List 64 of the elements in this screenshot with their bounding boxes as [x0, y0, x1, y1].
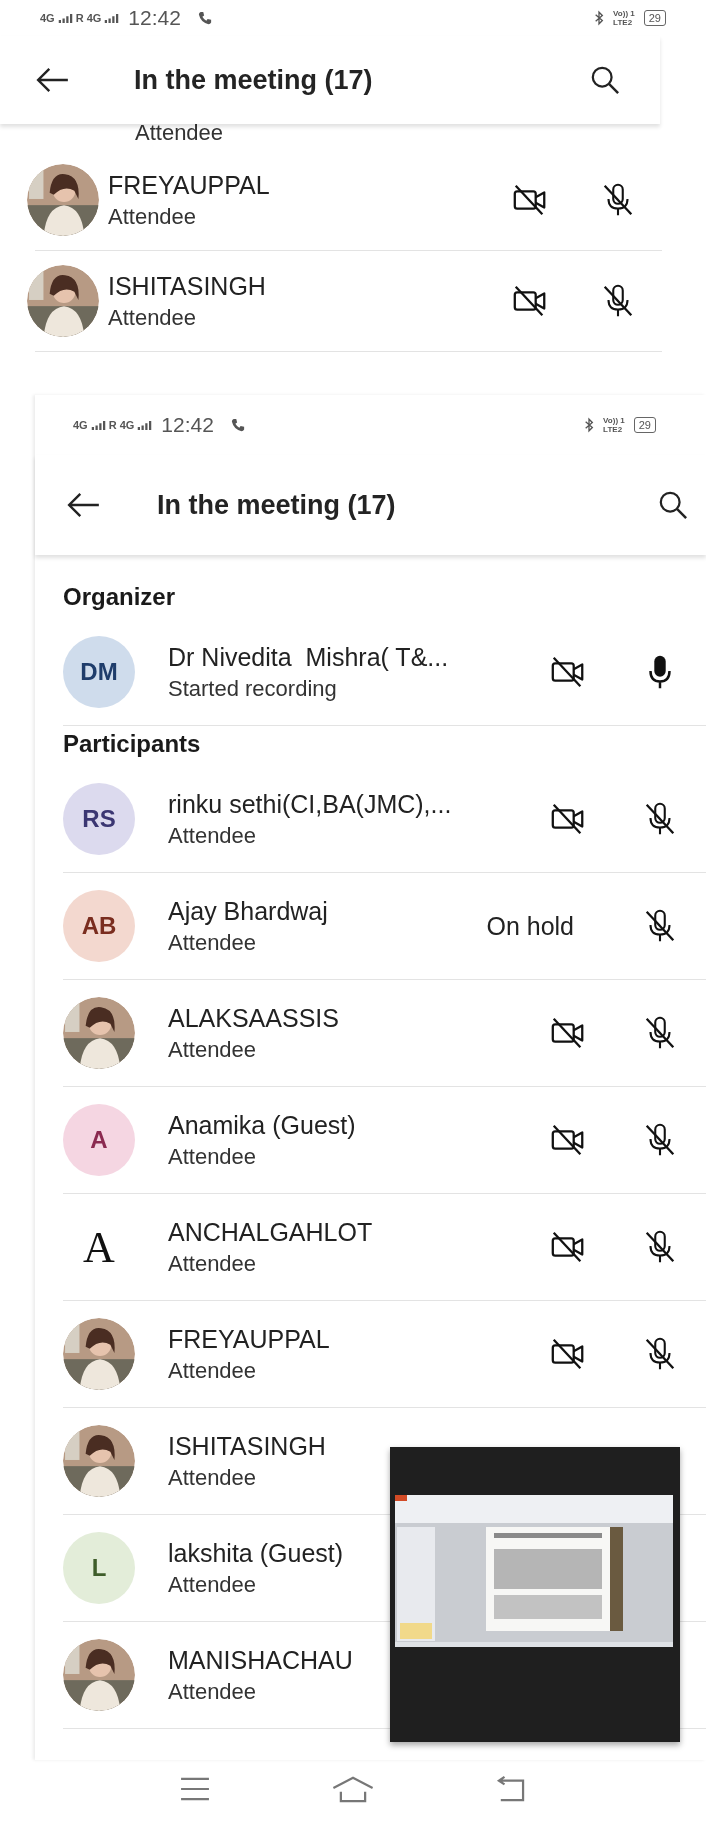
participant-name: Ajay Bhardwaj	[168, 896, 329, 926]
participant-role: Started recording	[168, 675, 338, 702]
bluetooth-icon	[594, 10, 605, 26]
initials-avatar: L	[63, 1532, 135, 1604]
participant-role: Attendee	[168, 1250, 258, 1277]
participant-role: Attendee	[168, 1678, 258, 1705]
initials-avatar: AB	[63, 890, 135, 962]
participant-name: ANCHALGAHLOT	[168, 1217, 374, 1247]
search-icon[interactable]	[658, 490, 688, 520]
participant-role: Attendee	[168, 1464, 258, 1491]
lte-label: LTE2	[613, 18, 634, 27]
roaming-label: R	[75, 12, 84, 24]
battery-indicator: 29	[633, 417, 656, 433]
participant-role: Attendee	[168, 1143, 258, 1170]
network-label: 4G	[86, 12, 102, 24]
back-arrow-icon[interactable]	[36, 67, 70, 93]
participant-role: Attendee	[168, 929, 258, 956]
participant-role: Attendee	[135, 124, 225, 146]
participant-role: Attendee	[168, 1571, 258, 1598]
clock-time: 12:42	[161, 413, 214, 437]
participant-name: ISHITASINGH	[168, 1431, 327, 1461]
menu-icon[interactable]	[179, 1776, 211, 1802]
signal-icon	[57, 13, 73, 23]
battery-indicator: 29	[643, 10, 666, 26]
participant-name: FREYAUPPAL	[168, 1324, 331, 1354]
phone-icon	[230, 418, 245, 432]
network-label: 4G	[40, 12, 55, 24]
section-heading: Organizer	[62, 582, 177, 612]
participant-role: Attendee	[108, 304, 198, 331]
network-label: 4G	[119, 419, 135, 431]
signal-icon	[104, 13, 120, 23]
search-icon[interactable]	[590, 65, 620, 95]
participant-role: Attendee	[108, 203, 198, 230]
volte-label: Vo)) 1	[603, 416, 625, 425]
participant-name: Dr Nivedita Mishra( T&...	[168, 642, 450, 672]
clock-time: 12:42	[128, 6, 181, 30]
phone-icon	[197, 11, 212, 25]
roaming-label: R	[108, 419, 117, 431]
home-icon[interactable]	[331, 1775, 375, 1803]
volte-label: Vo)) 1	[613, 9, 635, 18]
back-arrow-icon[interactable]	[67, 492, 101, 518]
call-status: On hold	[486, 911, 574, 941]
initials-avatar: DM	[63, 636, 135, 708]
initials-avatar: A	[63, 1104, 135, 1176]
participant-name: lakshita (Guest)	[168, 1538, 345, 1568]
network-label: 4G	[73, 419, 88, 431]
participant-name: Anamika (Guest)	[168, 1110, 357, 1140]
participant-role: Attendee	[168, 1357, 258, 1384]
section-heading: Participants	[62, 729, 202, 759]
initials-avatar: RS	[63, 783, 135, 855]
back-icon[interactable]	[495, 1776, 527, 1802]
signal-icon	[137, 420, 153, 430]
bluetooth-icon	[584, 417, 595, 433]
participant-name: MANISHACHAU	[168, 1645, 354, 1675]
participant-name: ALAKSAASSIS	[168, 1003, 340, 1033]
participant-role: Attendee	[168, 1036, 258, 1063]
screen-title: In the meeting (17)	[157, 489, 397, 521]
participant-name: ISHITASINGH	[108, 271, 267, 301]
participant-name: rinku sethi(CI,BA(JMC),...	[168, 789, 453, 819]
signal-icon	[90, 420, 106, 430]
participant-role: Attendee	[168, 822, 258, 849]
lte-label: LTE2	[603, 425, 624, 434]
screen-title: In the meeting (17)	[134, 64, 374, 96]
participant-name: FREYAUPPAL	[108, 170, 271, 200]
